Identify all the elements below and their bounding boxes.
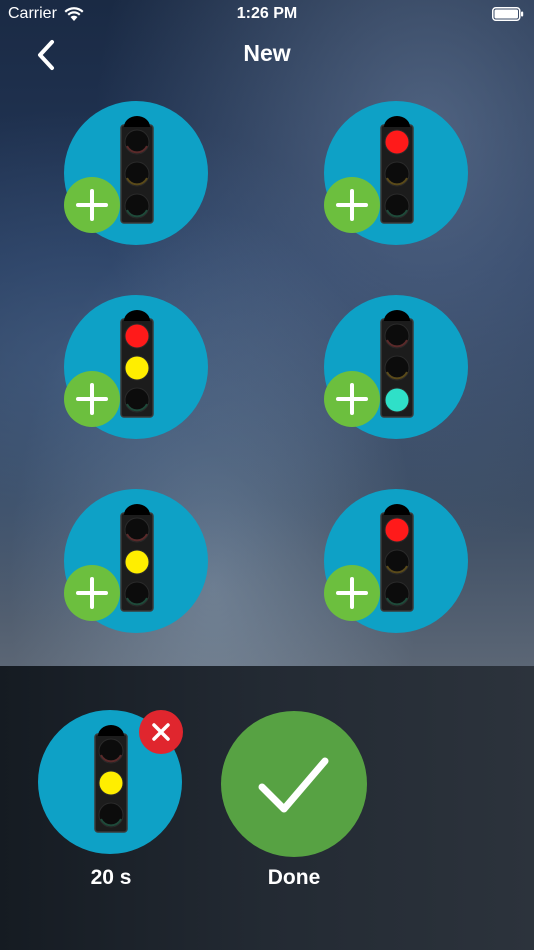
lamp-off bbox=[124, 129, 150, 155]
lamp-red bbox=[384, 129, 410, 155]
lamp-off bbox=[384, 193, 410, 219]
plus-icon bbox=[76, 189, 108, 221]
plus-icon bbox=[336, 383, 368, 415]
page-title: New bbox=[243, 40, 291, 66]
plus-icon bbox=[76, 577, 108, 609]
lamp-off bbox=[124, 581, 150, 607]
done-label: Done bbox=[267, 866, 321, 889]
plus-icon bbox=[336, 189, 368, 221]
add-step-button[interactable] bbox=[324, 177, 380, 233]
checkmark-icon bbox=[258, 757, 329, 813]
lamp-green bbox=[384, 387, 410, 413]
close-icon bbox=[152, 723, 170, 741]
lamp-yellow bbox=[124, 549, 150, 575]
lamp-off bbox=[384, 549, 410, 575]
lamp-red bbox=[124, 323, 150, 349]
lamp-yellow bbox=[124, 355, 150, 381]
light-option-red-yellow[interactable] bbox=[64, 295, 210, 441]
light-option-red-only[interactable] bbox=[324, 489, 470, 635]
status-bar: Carrier 1:26 PM bbox=[0, 0, 534, 28]
add-step-button[interactable] bbox=[324, 565, 380, 621]
plus-icon bbox=[336, 577, 368, 609]
lamp-off bbox=[124, 517, 150, 543]
lamp-off bbox=[384, 581, 410, 607]
lamp-off bbox=[98, 802, 124, 828]
selected-light-step[interactable] bbox=[38, 710, 188, 860]
plus-icon bbox=[76, 383, 108, 415]
done-button[interactable] bbox=[221, 711, 367, 857]
lamp-off bbox=[124, 193, 150, 219]
remove-step-button[interactable] bbox=[139, 710, 183, 754]
lamp-yellow bbox=[98, 770, 124, 796]
lamp-off bbox=[124, 161, 150, 187]
battery-icon bbox=[492, 7, 524, 21]
light-option-all-off[interactable] bbox=[64, 101, 210, 247]
lamp-off bbox=[384, 355, 410, 381]
light-option-red[interactable] bbox=[324, 101, 470, 247]
add-step-button[interactable] bbox=[324, 371, 380, 427]
light-option-green[interactable] bbox=[324, 295, 470, 441]
add-step-button[interactable] bbox=[64, 177, 120, 233]
step-duration-label[interactable]: 20 s bbox=[38, 866, 184, 890]
lamp-red bbox=[384, 517, 410, 543]
light-option-yellow[interactable] bbox=[64, 489, 210, 635]
add-step-button[interactable] bbox=[64, 371, 120, 427]
lamp-off bbox=[384, 161, 410, 187]
lamp-off bbox=[384, 323, 410, 349]
add-step-button[interactable] bbox=[64, 565, 120, 621]
lamp-off bbox=[124, 387, 150, 413]
lamp-off bbox=[98, 738, 124, 764]
navigation-bar: New bbox=[0, 28, 534, 80]
clock-label: 1:26 PM bbox=[236, 5, 298, 22]
